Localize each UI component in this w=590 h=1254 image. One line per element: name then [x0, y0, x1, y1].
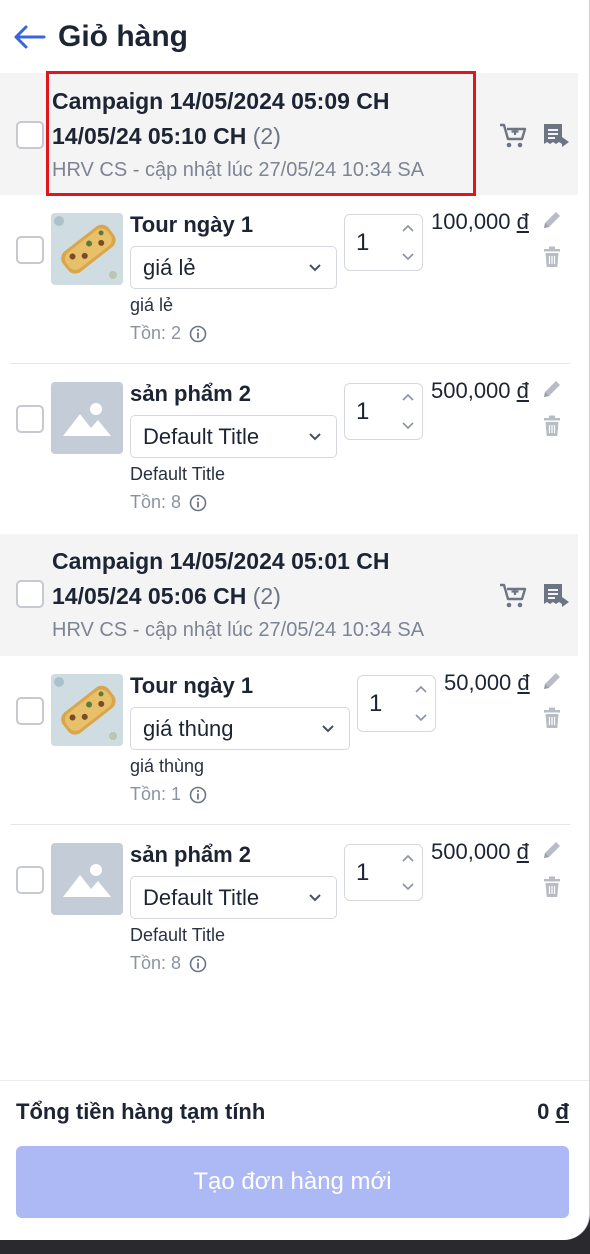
back-arrow-icon[interactable]	[12, 22, 46, 52]
product-name[interactable]: Tour ngày 1	[130, 212, 253, 238]
item-price: 100,000 đ	[431, 209, 529, 234]
decrement-icon[interactable]	[402, 252, 414, 261]
increment-icon[interactable]	[415, 685, 427, 694]
quantity-stepper[interactable]: 1	[344, 844, 423, 901]
cart-item: Tour ngày 1 giá lẻ giá lẻ Tồn: 2 1 100,0…	[0, 195, 578, 363]
chevron-down-icon	[321, 723, 335, 735]
product-image	[51, 674, 123, 746]
header: Giỏ hàng	[0, 0, 589, 74]
create-order-icon[interactable]	[541, 581, 571, 611]
variant-select-value: Default Title	[143, 885, 260, 910]
create-order-icon[interactable]	[541, 121, 571, 151]
variant-label: giá lẻ	[130, 295, 174, 315]
info-icon[interactable]	[189, 786, 207, 804]
delete-icon[interactable]	[543, 415, 561, 437]
stock-info: Tồn: 8	[130, 492, 207, 513]
item-checkbox[interactable]	[16, 697, 44, 725]
product-name[interactable]: sản phẩm 2	[130, 381, 251, 407]
variant-select-value: giá thùng	[143, 716, 234, 741]
highlight-box	[46, 71, 476, 196]
product-name[interactable]: Tour ngày 1	[130, 673, 253, 699]
variant-select[interactable]: giá lẻ	[130, 246, 337, 289]
variant-select[interactable]: Default Title	[130, 415, 337, 458]
decrement-icon[interactable]	[402, 421, 414, 430]
edit-price-icon[interactable]	[541, 378, 563, 400]
edit-price-icon[interactable]	[541, 670, 563, 692]
product-name[interactable]: sản phẩm 2	[130, 842, 251, 868]
variant-label: Default Title	[130, 925, 226, 945]
variant-select[interactable]: Default Title	[130, 876, 337, 919]
quantity-value[interactable]: 1	[356, 859, 369, 887]
group-subtitle: HRV CS - cập nhật lúc 27/05/24 10:34 SA	[52, 619, 425, 641]
increment-icon[interactable]	[402, 854, 414, 863]
decrement-icon[interactable]	[415, 713, 427, 722]
item-price: 500,000 đ	[431, 378, 529, 403]
quantity-value[interactable]: 1	[356, 398, 369, 426]
product-image-placeholder	[51, 382, 123, 454]
group-title-line1: Campaign 14/05/2024 05:01 CH	[52, 548, 390, 574]
cart-item: sản phẩm 2 Default Title Default Title T…	[0, 825, 578, 993]
quantity-value[interactable]: 1	[369, 690, 382, 718]
edit-price-icon[interactable]	[541, 839, 563, 861]
info-icon[interactable]	[189, 955, 207, 973]
edit-price-icon[interactable]	[541, 209, 563, 231]
footer-divider	[0, 1080, 589, 1081]
group-checkbox[interactable]	[16, 580, 44, 608]
variant-select[interactable]: giá thùng	[130, 707, 350, 750]
add-to-cart-icon[interactable]	[498, 581, 528, 611]
item-price: 50,000 đ	[444, 670, 530, 695]
quantity-stepper[interactable]: 1	[344, 383, 423, 440]
item-checkbox[interactable]	[16, 866, 44, 894]
chevron-down-icon	[308, 892, 322, 904]
delete-icon[interactable]	[543, 246, 561, 268]
cart-screen: Giỏ hàng Campaign 14/05/2024 05:09 CH 14…	[0, 0, 590, 1240]
stock-info: Tồn: 8	[130, 953, 207, 974]
page-title: Giỏ hàng	[58, 20, 188, 53]
quantity-value[interactable]: 1	[356, 229, 369, 257]
cart-item: Tour ngày 1 giá thùng giá thùng Tồn: 1 1…	[0, 656, 578, 824]
item-checkbox[interactable]	[16, 236, 44, 264]
quantity-stepper[interactable]: 1	[344, 214, 423, 271]
create-order-button[interactable]: Tạo đơn hàng mới	[16, 1146, 569, 1218]
decrement-icon[interactable]	[402, 882, 414, 891]
variant-label: Default Title	[130, 464, 226, 484]
cart-item: sản phẩm 2 Default Title Default Title T…	[0, 364, 578, 532]
subtotal-label: Tổng tiền hàng tạm tính	[16, 1099, 266, 1124]
campaign-group-header: Campaign 14/05/2024 05:01 CH 14/05/24 05…	[0, 534, 578, 656]
stock-info: Tồn: 2	[130, 323, 207, 344]
subtotal-value: 0 đ	[537, 1099, 569, 1124]
item-checkbox[interactable]	[16, 405, 44, 433]
stock-info: Tồn: 1	[130, 784, 207, 805]
group-count: (2)	[252, 583, 281, 609]
info-icon[interactable]	[189, 494, 207, 512]
increment-icon[interactable]	[402, 224, 414, 233]
product-image	[51, 213, 123, 285]
chevron-down-icon	[308, 431, 322, 443]
variant-select-value: giá lẻ	[143, 255, 196, 280]
increment-icon[interactable]	[402, 393, 414, 402]
add-to-cart-icon[interactable]	[498, 121, 528, 151]
group-title-line2: 14/05/24 05:06 CH (2)	[52, 583, 281, 609]
delete-icon[interactable]	[543, 876, 561, 898]
item-price: 500,000 đ	[431, 839, 529, 864]
chevron-down-icon	[308, 262, 322, 274]
quantity-stepper[interactable]: 1	[357, 675, 436, 732]
delete-icon[interactable]	[543, 707, 561, 729]
product-image-placeholder	[51, 843, 123, 915]
info-icon[interactable]	[189, 325, 207, 343]
variant-select-value: Default Title	[143, 424, 260, 449]
variant-label: giá thùng	[130, 756, 205, 776]
group-checkbox[interactable]	[16, 121, 44, 149]
